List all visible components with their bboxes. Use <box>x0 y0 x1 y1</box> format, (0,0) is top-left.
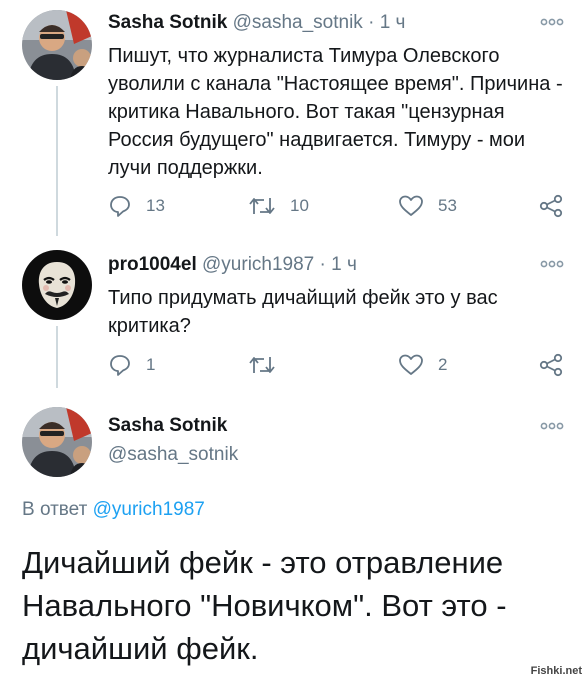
more-dots-icon <box>540 260 564 268</box>
retweet-button[interactable] <box>248 353 290 377</box>
more-options-button[interactable] <box>540 18 564 26</box>
retweet-count: 10 <box>290 196 309 215</box>
like-button[interactable]: 2 <box>398 353 447 377</box>
tweet-actions: 1 2 <box>108 353 568 379</box>
tweet-actions: 13 10 53 <box>108 194 568 220</box>
separator-dot: · <box>368 12 375 33</box>
tweet-1[interactable]: Sasha Sotnik @sasha_sotnik · 1 ч Пишут, … <box>0 0 586 240</box>
tweet-text: Типо придумать дичайщий фейк это у вас к… <box>108 287 498 337</box>
separator-dot: · <box>319 254 326 275</box>
reply-icon <box>110 355 130 376</box>
share-button[interactable] <box>538 194 578 218</box>
retweet-button[interactable]: 10 <box>248 194 309 218</box>
more-dots-icon <box>540 422 564 430</box>
avatar[interactable] <box>22 407 92 477</box>
heart-icon <box>399 195 423 216</box>
user-handle[interactable]: @sasha_sotnik <box>233 12 363 33</box>
tweet-2[interactable]: pro1004el @yurich1987 · 1 ч Типо придума… <box>0 240 586 395</box>
reply-context: В ответ @yurich1987 <box>22 499 205 521</box>
retweet-icon <box>249 198 275 214</box>
display-name[interactable]: Sasha Sotnik <box>108 415 227 437</box>
timestamp[interactable]: 1 ч <box>331 254 357 275</box>
share-icon <box>539 194 563 218</box>
tweet-header: Sasha Sotnik @sasha_sotnik · 1 ч <box>108 12 405 34</box>
avatar[interactable] <box>22 250 92 320</box>
tweet-text: Пишут, что журналиста Тимура Олевского у… <box>108 45 563 179</box>
reply-handle-link[interactable]: @yurich1987 <box>93 499 205 520</box>
retweet-icon <box>249 357 275 373</box>
reply-button[interactable]: 1 <box>108 353 155 377</box>
heart-icon <box>399 354 423 375</box>
share-button[interactable] <box>538 353 578 377</box>
user-handle[interactable]: @sasha_sotnik <box>108 444 238 466</box>
display-name[interactable]: Sasha Sotnik <box>108 12 227 33</box>
reply-count: 13 <box>146 196 165 215</box>
more-dots-icon <box>540 18 564 26</box>
tweet-header: pro1004el @yurich1987 · 1 ч <box>108 254 357 276</box>
share-icon <box>539 353 563 377</box>
reply-button[interactable]: 13 <box>108 194 165 218</box>
guy-fawkes-mask-icon <box>22 250 92 320</box>
thread-line <box>56 326 58 388</box>
reply-prefix: В ответ <box>22 499 88 520</box>
like-count: 53 <box>438 196 457 215</box>
person-photo-icon <box>22 407 92 477</box>
timestamp[interactable]: 1 ч <box>380 12 406 33</box>
thread-line <box>56 86 58 236</box>
display-name[interactable]: pro1004el <box>108 254 197 275</box>
person-photo-icon <box>22 10 92 80</box>
user-handle[interactable]: @yurich1987 <box>202 254 314 275</box>
more-options-button[interactable] <box>540 260 564 268</box>
reply-icon <box>110 196 130 217</box>
avatar[interactable] <box>22 10 92 80</box>
main-tweet-text: Дичайший фейк - это отравление Навальног… <box>22 545 507 666</box>
watermark: Fishki.net <box>530 665 582 677</box>
reply-count: 1 <box>146 355 156 374</box>
like-count: 2 <box>438 355 448 374</box>
like-button[interactable]: 53 <box>398 194 457 218</box>
more-options-button[interactable] <box>540 422 564 430</box>
